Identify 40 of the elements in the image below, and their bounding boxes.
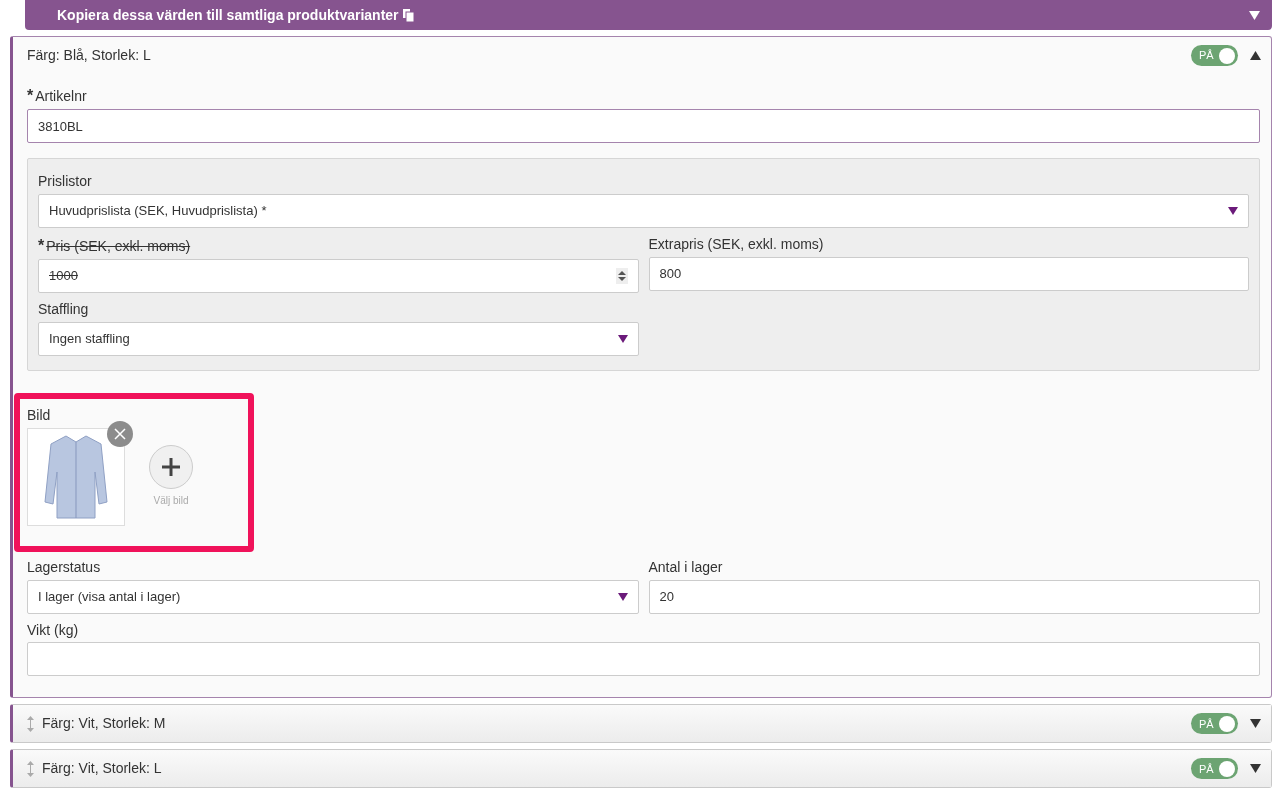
close-icon bbox=[114, 427, 126, 440]
add-image-button[interactable] bbox=[149, 445, 193, 490]
field-value: 1000 bbox=[49, 267, 78, 286]
field-label: Bild bbox=[27, 406, 51, 423]
drag-handle-icon[interactable] bbox=[27, 760, 34, 777]
field-label: Vikt (kg) bbox=[27, 621, 79, 638]
variant-title: Färg: Vit, Storlek: M bbox=[42, 714, 166, 734]
field-label: Antal i lager bbox=[648, 558, 723, 575]
variant-title: Färg: Vit, Storlek: L bbox=[42, 759, 162, 779]
select-field[interactable]: Ingen staffling bbox=[38, 321, 639, 356]
field-label: Lagerstatus bbox=[27, 558, 101, 575]
caret-icon[interactable] bbox=[1250, 719, 1261, 729]
caret-icon[interactable] bbox=[1249, 10, 1260, 20]
variant-title: Färg: Blå, Storlek: L bbox=[27, 46, 151, 65]
select-field[interactable]: Huvudprislista (SEK, Huvudprislista) * bbox=[38, 194, 1249, 228]
copy-label: Kopiera dessa värden till samtliga produktvarianter bbox=[57, 5, 399, 25]
required-marker: * bbox=[38, 237, 45, 254]
input-field[interactable]: 3810BL bbox=[27, 109, 1260, 144]
input-field[interactable] bbox=[27, 642, 1260, 677]
field-label: Extrapris (SEK, exkl. moms) bbox=[648, 236, 824, 252]
caret-icon[interactable] bbox=[1250, 764, 1261, 774]
field-label: Pris (SEK, exkl. moms) bbox=[46, 238, 191, 254]
select-field[interactable]: I lager (visa antal i lager) bbox=[27, 579, 639, 614]
field-label: Prislistor bbox=[38, 173, 92, 190]
remove-image-button[interactable] bbox=[107, 420, 133, 447]
drag-handle-icon[interactable] bbox=[27, 715, 34, 732]
field-label: Staffling bbox=[38, 301, 89, 318]
dropdown-caret-icon bbox=[1228, 207, 1238, 215]
required-marker: * bbox=[27, 87, 34, 104]
caret-icon[interactable] bbox=[1250, 51, 1261, 60]
field-label: Artikelnr bbox=[35, 88, 87, 104]
input-field[interactable]: 20 bbox=[648, 579, 1260, 614]
copy-icon bbox=[402, 8, 414, 22]
number-field[interactable]: 1000 bbox=[38, 259, 639, 294]
input-field[interactable]: 800 bbox=[648, 256, 1249, 291]
copy-bar[interactable]: Kopiera dessa värden till samtliga produktvarianter bbox=[25, 0, 1272, 30]
dropdown-caret-icon bbox=[617, 334, 628, 343]
dropdown-caret-icon bbox=[617, 592, 628, 601]
spinner-icon[interactable] bbox=[615, 268, 628, 285]
plus-icon bbox=[161, 457, 181, 478]
